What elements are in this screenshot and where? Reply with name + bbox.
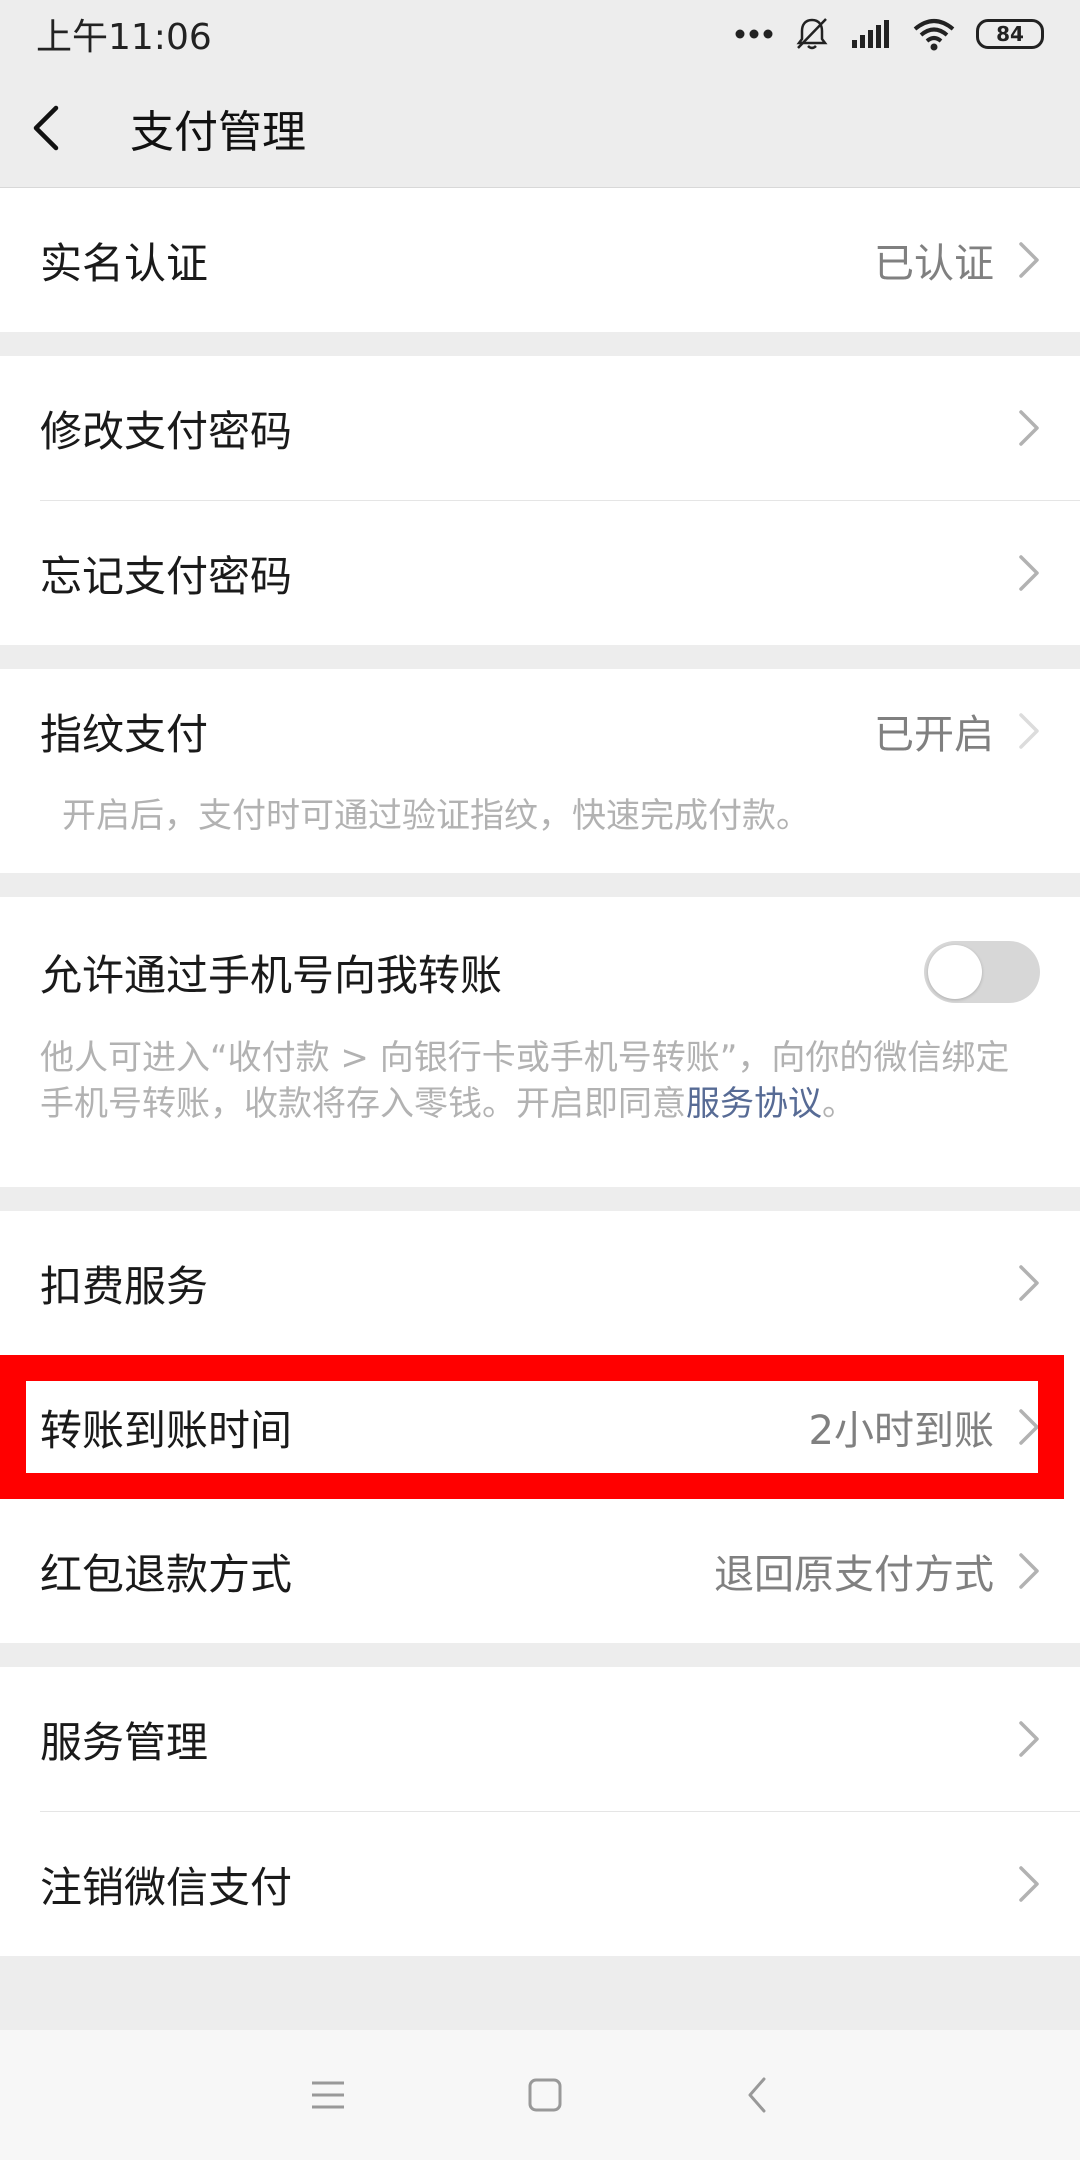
group-services: 扣费服务 转账到账时间 2小时到账 红包退款方式 退回原支付方式 [0, 1211, 1080, 1643]
row-label: 转账到账时间 [40, 1405, 293, 1455]
chevron-right-icon [1019, 1265, 1039, 1301]
back-button[interactable] [30, 98, 90, 158]
row-label: 忘记支付密码 [40, 551, 293, 601]
chevron-right-icon [1019, 1553, 1039, 1589]
row-value: 已认证 [874, 241, 994, 287]
back-nav-icon[interactable] [742, 2075, 772, 2115]
row-label: 指纹支付 [40, 709, 209, 759]
row-phone-transfer: 允许通过手机号向我转账 [0, 897, 1080, 1047]
battery-indicator: 84 [976, 19, 1044, 49]
phone-transfer-toggle[interactable] [924, 941, 1040, 1003]
group-management: 服务管理 注销微信支付 [0, 1667, 1080, 1956]
status-icons: 84 [734, 16, 1044, 52]
row-label: 扣费服务 [40, 1261, 209, 1311]
home-icon[interactable] [525, 2075, 565, 2115]
row-deduction-service[interactable]: 扣费服务 [0, 1211, 1080, 1355]
back-arrow-icon [33, 105, 59, 150]
row-service-management[interactable]: 服务管理 [0, 1667, 1080, 1811]
row-label: 允许通过手机号向我转账 [40, 950, 503, 1000]
bell-muted-icon [796, 18, 828, 50]
chevron-right-icon [1019, 713, 1039, 749]
row-transfer-time[interactable]: 转账到账时间 2小时到账 [0, 1355, 1080, 1499]
group-gap [0, 332, 1080, 356]
group-gap [0, 873, 1080, 897]
row-label: 修改支付密码 [40, 406, 293, 456]
chevron-right-icon [1019, 555, 1039, 591]
row-label: 红包退款方式 [40, 1549, 293, 1599]
row-value: 已开启 [874, 712, 994, 758]
row-value: 2小时到账 [808, 1408, 994, 1454]
system-nav-bar [0, 2030, 1080, 2160]
row-red-packet-refund[interactable]: 红包退款方式 退回原支付方式 [0, 1499, 1080, 1643]
row-label: 注销微信支付 [40, 1862, 293, 1912]
service-agreement-link[interactable]: 服务协议 [686, 1084, 822, 1124]
battery-level: 84 [996, 22, 1024, 46]
chevron-right-icon [1019, 410, 1039, 446]
toggle-knob [928, 945, 982, 999]
wifi-icon [913, 19, 955, 51]
group-identity: 实名认证 已认证 [0, 188, 1080, 332]
row-label: 实名认证 [40, 238, 209, 288]
group-gap [0, 1187, 1080, 1211]
description-text: 他人可进入“收付款 > 向银行卡或手机号转账”，向你的微信绑定手机号转账，收款将… [40, 1035, 1040, 1127]
group-fingerprint: 指纹支付 已开启 开启后，支付时可通过验证指纹，快速完成付款。 [0, 669, 1080, 873]
group-gap [0, 645, 1080, 669]
chevron-right-icon [1019, 1721, 1039, 1757]
menu-icon[interactable] [308, 2077, 348, 2113]
more-dots-icon [735, 29, 773, 39]
chevron-right-icon [1019, 242, 1039, 278]
row-value: 退回原支付方式 [714, 1552, 994, 1598]
row-label: 服务管理 [40, 1717, 209, 1767]
group-gap [0, 1643, 1080, 1667]
group-password: 修改支付密码 忘记支付密码 [0, 356, 1080, 645]
row-fingerprint[interactable]: 指纹支付 已开启 [0, 669, 1080, 793]
page-title: 支付管理 [130, 106, 306, 158]
fingerprint-description: 开启后，支付时可通过验证指纹，快速完成付款。 [0, 793, 1080, 873]
row-real-name[interactable]: 实名认证 已认证 [0, 188, 1080, 332]
description-body: 他人可进入“收付款 > 向银行卡或手机号转账”，向你的微信绑定手机号转账，收款将… [40, 1038, 1010, 1124]
header: 支付管理 [0, 68, 1080, 188]
status-time: 上午11:06 [36, 17, 212, 58]
phone-transfer-description: 他人可进入“收付款 > 向银行卡或手机号转账”，向你的微信绑定手机号转账，收款将… [0, 1035, 1080, 1187]
description-end: 。 [822, 1084, 856, 1124]
group-phone-transfer: 允许通过手机号向我转账 他人可进入“收付款 > 向银行卡或手机号转账”，向你的微… [0, 897, 1080, 1187]
chevron-right-icon [1019, 1866, 1039, 1902]
description-text: 开启后，支付时可通过验证指纹，快速完成付款。 [62, 796, 810, 836]
signal-icon [852, 20, 889, 48]
row-cancel-wechat-pay[interactable]: 注销微信支付 [0, 1812, 1080, 1956]
row-change-password[interactable]: 修改支付密码 [0, 356, 1080, 500]
chevron-right-icon [1019, 1409, 1039, 1445]
status-bar: 上午11:06 84 [0, 0, 1080, 68]
row-forget-password[interactable]: 忘记支付密码 [0, 501, 1080, 645]
